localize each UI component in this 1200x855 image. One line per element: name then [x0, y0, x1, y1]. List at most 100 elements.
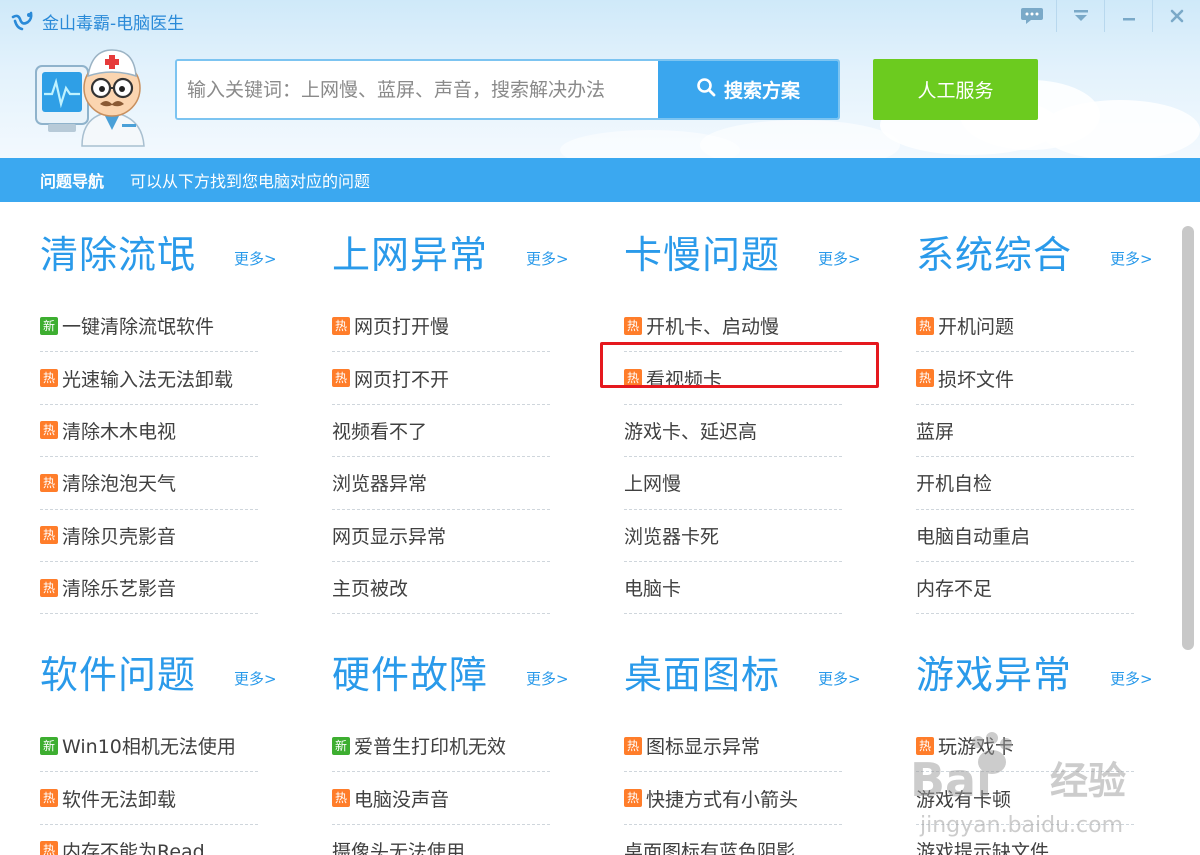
- category-header: 上网异常 更多>: [332, 202, 582, 300]
- more-link[interactable]: 更多>: [234, 668, 277, 689]
- hot-badge: 热: [332, 789, 350, 808]
- problem-link[interactable]: 热软件无法卸载: [40, 772, 258, 825]
- problem-link-label: 光速输入法无法卸载: [62, 368, 234, 391]
- more-link[interactable]: 更多>: [818, 248, 861, 269]
- problem-link-label: 桌面图标有蓝色阴影: [624, 840, 796, 855]
- more-link[interactable]: 更多>: [1110, 248, 1153, 269]
- minimize-button[interactable]: [1104, 0, 1152, 32]
- problem-link-label: 游戏有卡顿: [916, 788, 1012, 811]
- problem-link[interactable]: 热网页打开慢: [332, 300, 550, 353]
- problem-link[interactable]: 浏览器异常: [332, 457, 550, 510]
- problem-link-label: 蓝屏: [916, 420, 955, 443]
- problem-link[interactable]: 开机自检: [916, 457, 1134, 510]
- problem-link-label: 摄像头无法使用: [332, 840, 466, 855]
- problem-link[interactable]: 热玩游戏卡: [916, 720, 1134, 773]
- problem-link-label: 看视频卡: [646, 368, 723, 391]
- new-badge: 新: [40, 736, 58, 755]
- scrollbar-thumb[interactable]: [1182, 226, 1194, 650]
- nav-title: 问题导航: [40, 172, 105, 191]
- problem-link-label: 主页被改: [332, 578, 409, 601]
- problem-link-label: 清除乐艺影音: [62, 578, 177, 601]
- problem-link-label: 电脑自动重启: [916, 525, 1031, 548]
- feedback-button[interactable]: [1008, 0, 1056, 32]
- search-input[interactable]: [177, 61, 658, 118]
- problem-link[interactable]: 浏览器卡死: [624, 510, 842, 562]
- problem-link-label: 开机问题: [938, 316, 1015, 339]
- problem-link[interactable]: 游戏卡、延迟高: [624, 405, 842, 458]
- more-link[interactable]: 更多>: [526, 668, 569, 689]
- problem-link[interactable]: 热开机问题: [916, 300, 1134, 353]
- search-button[interactable]: 搜索方案: [658, 61, 838, 118]
- hot-badge: 热: [916, 316, 934, 335]
- new-badge: 新: [40, 316, 58, 335]
- hot-badge: 热: [624, 369, 642, 388]
- app-title: 金山毒霸-电脑医生: [10, 8, 184, 34]
- problem-link[interactable]: 内存不足: [916, 562, 1134, 615]
- category-title: 桌面图标: [624, 653, 781, 697]
- hot-badge: 热: [624, 736, 642, 755]
- dropdown-menu-icon: [1072, 8, 1090, 24]
- problem-link[interactable]: 蓝屏: [916, 405, 1134, 458]
- hot-badge: 热: [332, 316, 350, 335]
- nav-description: 可以从下方找到您电脑对应的问题: [130, 172, 371, 191]
- problem-link-label: 开机自检: [916, 473, 993, 496]
- new-badge: 新: [332, 736, 350, 755]
- problem-link[interactable]: 电脑自动重启: [916, 510, 1134, 562]
- problem-link[interactable]: 桌面图标有蓝色阴影: [624, 825, 842, 855]
- problem-link[interactable]: 网页显示异常: [332, 510, 550, 562]
- category-7: 游戏异常 更多> 热玩游戏卡游戏有卡顿游戏提示缺文件: [916, 622, 1166, 855]
- hot-badge: 热: [40, 421, 58, 440]
- category-title: 卡慢问题: [624, 233, 781, 277]
- problem-link[interactable]: 主页被改: [332, 562, 550, 615]
- problem-link[interactable]: 热图标显示异常: [624, 720, 842, 773]
- problem-link[interactable]: 热网页打不开: [332, 352, 550, 405]
- problem-link[interactable]: 热光速输入法无法卸载: [40, 352, 258, 405]
- problem-link[interactable]: 热开机卡、启动慢: [624, 300, 842, 353]
- problem-link[interactable]: 上网慢: [624, 457, 842, 510]
- hot-badge: 热: [40, 789, 58, 808]
- category-header: 清除流氓 更多>: [40, 202, 290, 300]
- problem-link-label: 内存不足: [916, 578, 993, 601]
- problem-link[interactable]: 新 Win10相机无法使用: [40, 720, 258, 773]
- more-link[interactable]: 更多>: [234, 248, 277, 269]
- doctor-mascot-icon: [34, 42, 164, 148]
- problem-link[interactable]: 热清除乐艺影音: [40, 562, 258, 615]
- problem-link[interactable]: 热快捷方式有小箭头: [624, 772, 842, 825]
- menu-button[interactable]: [1056, 0, 1104, 32]
- category-4: 软件问题 更多> 新 Win10相机无法使用热软件无法卸载热内存不能为Read: [40, 622, 290, 855]
- problem-link[interactable]: 摄像头无法使用: [332, 825, 550, 855]
- problem-link[interactable]: 游戏有卡顿: [916, 772, 1134, 825]
- problem-link[interactable]: 视频看不了: [332, 405, 550, 458]
- problem-link[interactable]: 电脑卡: [624, 562, 842, 615]
- close-button[interactable]: [1152, 0, 1200, 32]
- problem-link-label: Win10相机无法使用: [62, 736, 236, 759]
- window-controls: [1008, 0, 1200, 32]
- problem-link[interactable]: 游戏提示缺文件: [916, 825, 1134, 855]
- problem-link-label: 清除泡泡天气: [62, 473, 177, 496]
- hot-badge: 热: [40, 473, 58, 492]
- problem-link[interactable]: 新一键清除流氓软件: [40, 300, 258, 353]
- problem-link[interactable]: 热清除泡泡天气: [40, 457, 258, 510]
- category-2: 卡慢问题 更多> 热开机卡、启动慢热看视频卡 游戏卡、延迟高 上网慢 浏览器卡死 电脑卡: [624, 202, 874, 615]
- more-link[interactable]: 更多>: [818, 668, 861, 689]
- hot-badge: 热: [624, 316, 642, 335]
- problem-link[interactable]: 热清除贝壳影音: [40, 510, 258, 562]
- problem-link[interactable]: 热电脑没声音: [332, 772, 550, 825]
- problem-link-label: 一键清除流氓软件: [62, 316, 215, 339]
- problem-link[interactable]: 热清除木木电视: [40, 405, 258, 458]
- manual-service-button[interactable]: 人工服务: [873, 59, 1038, 120]
- more-link[interactable]: 更多>: [1110, 668, 1153, 689]
- category-title: 硬件故障: [332, 653, 489, 697]
- problem-link[interactable]: 热看视频卡: [624, 352, 842, 405]
- problem-link[interactable]: 热内存不能为Read: [40, 825, 258, 855]
- category-title: 游戏异常: [916, 653, 1073, 697]
- more-link[interactable]: 更多>: [526, 248, 569, 269]
- problem-link[interactable]: 新爱普生打印机无效: [332, 720, 550, 773]
- hot-badge: 热: [624, 789, 642, 808]
- problem-link-label: 清除木木电视: [62, 420, 177, 443]
- problem-link-label: 网页打开慢: [354, 316, 450, 339]
- category-header: 硬件故障 更多>: [332, 622, 582, 720]
- category-3: 系统综合 更多> 热开机问题热损坏文件 蓝屏 开机自检 电脑自动重启 内存不足: [916, 202, 1166, 615]
- problem-link-label: 上网慢: [624, 473, 682, 496]
- problem-link[interactable]: 热损坏文件: [916, 352, 1134, 405]
